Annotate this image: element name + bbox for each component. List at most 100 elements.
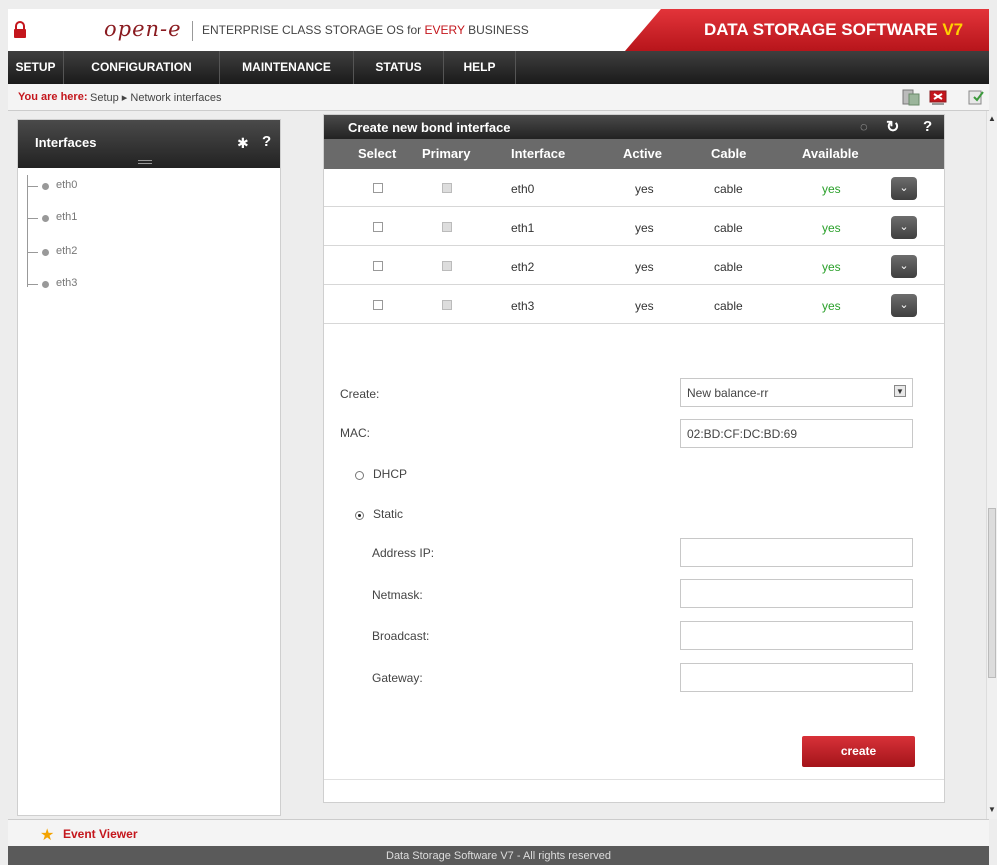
dhcp-radio[interactable] xyxy=(355,471,364,480)
nav-configuration[interactable]: CONFIGURATION xyxy=(64,51,220,84)
address-ip-field[interactable] xyxy=(680,538,913,567)
create-select[interactable]: New balance-rr xyxy=(680,378,913,407)
interface-cell: eth2 xyxy=(511,260,535,274)
chevron-down-icon[interactable]: ⌄ xyxy=(891,294,917,317)
netmask-field[interactable] xyxy=(680,579,913,608)
nav-status[interactable]: STATUS xyxy=(354,51,444,84)
table-header: Select Primary Interface Active Cable Av… xyxy=(324,139,944,169)
static-label: Static xyxy=(373,507,404,521)
cable-cell: cable xyxy=(714,299,743,313)
star-icon: ★ xyxy=(40,827,55,844)
available-cell: yes xyxy=(822,299,841,313)
bond-panel-title: Create new bond interface xyxy=(348,120,511,135)
column-header-active: Active xyxy=(623,146,663,161)
nav-help[interactable]: HELP xyxy=(444,51,516,84)
tree-branch xyxy=(28,218,38,219)
broadcast-field[interactable] xyxy=(680,621,913,650)
dhcp-label: DHCP xyxy=(373,467,408,481)
help-icon[interactable]: ? xyxy=(262,133,271,150)
tree-branch xyxy=(28,186,38,187)
tree-item-label: eth0 xyxy=(56,179,78,191)
chevron-down-icon[interactable]: ⌄ xyxy=(891,177,917,200)
breadcrumb-label: You are here: xyxy=(18,91,88,103)
column-header-interface: Interface xyxy=(511,146,566,161)
help-icon[interactable]: ? xyxy=(923,118,932,135)
netmask-label: Netmask: xyxy=(372,588,423,602)
interfaces-panel-header: Interfaces ✱ ? xyxy=(18,120,280,168)
primary-checkbox xyxy=(442,222,452,232)
gear-icon[interactable]: ✱ xyxy=(237,135,249,152)
active-cell: yes xyxy=(635,299,654,313)
create-button[interactable]: create xyxy=(802,736,915,767)
tagline-divider xyxy=(192,21,193,41)
about-icon[interactable] xyxy=(966,87,986,107)
chevron-down-icon[interactable]: ⌄ xyxy=(891,216,917,239)
event-viewer-link[interactable]: Event Viewer xyxy=(63,827,137,841)
page-scrollbar[interactable]: ▲ ▼ xyxy=(986,111,997,819)
active-cell: yes xyxy=(635,182,654,196)
tree-branch xyxy=(28,284,38,285)
nav-setup[interactable]: SETUP xyxy=(8,51,64,84)
tree-connector xyxy=(27,175,28,287)
breadcrumb-path[interactable]: Setup ▸ Network interfaces xyxy=(90,91,221,104)
gateway-field[interactable] xyxy=(680,663,913,692)
brand-title: DATA STORAGE SOFTWARE V7 xyxy=(704,20,964,39)
main-navigation: SETUP CONFIGURATION MAINTENANCE STATUS H… xyxy=(8,51,989,84)
top-header: open-e ENTERPRISE CLASS STORAGE OS for E… xyxy=(8,9,989,51)
scroll-up-icon[interactable]: ▲ xyxy=(987,114,997,124)
logout-icon[interactable] xyxy=(928,87,948,107)
table-row: eth3 yes cable yes ⌄ xyxy=(324,286,944,324)
table-row: eth0 yes cable yes ⌄ xyxy=(324,169,944,207)
available-cell: yes xyxy=(822,260,841,274)
select-checkbox[interactable] xyxy=(373,261,383,271)
open-e-logo: open-e xyxy=(104,17,182,41)
nav-maintenance[interactable]: MAINTENANCE xyxy=(220,51,354,84)
scrollbar-thumb[interactable] xyxy=(988,508,996,678)
chevron-down-icon[interactable]: ⌄ xyxy=(891,255,917,278)
address-ip-label: Address IP: xyxy=(372,546,435,560)
broadcast-label: Broadcast: xyxy=(372,629,430,643)
bond-panel-header: Create new bond interface ◌ ↻ ? xyxy=(324,115,944,139)
footer-text: Data Storage Software V7 - All rights re… xyxy=(386,850,611,862)
active-cell: yes xyxy=(635,221,654,235)
active-cell: yes xyxy=(635,260,654,274)
event-viewer-bar: ★ Event Viewer xyxy=(8,819,989,846)
column-header-select: Select xyxy=(358,146,397,161)
table-row: eth2 yes cable yes ⌄ xyxy=(324,247,944,285)
divider xyxy=(324,779,944,780)
refresh-icon[interactable]: ↻ xyxy=(886,117,899,137)
server-icon[interactable] xyxy=(901,87,921,107)
tagline: ENTERPRISE CLASS STORAGE OS for EVERY BU… xyxy=(202,23,529,37)
interface-dot-icon xyxy=(42,215,49,222)
interfaces-panel: Interfaces ✱ ? eth0 eth1 eth2 eth3 xyxy=(17,119,281,816)
table-row: eth1 yes cable yes ⌄ xyxy=(324,208,944,246)
interface-cell: eth1 xyxy=(511,221,535,235)
static-radio[interactable] xyxy=(355,511,364,520)
tree-item-label: eth1 xyxy=(56,211,78,223)
loading-spinner-icon: ◌ xyxy=(860,119,868,134)
tree-item-label: eth3 xyxy=(56,277,78,289)
available-cell: yes xyxy=(822,182,841,196)
mac-field[interactable]: 02:BD:CF:DC:BD:69 xyxy=(680,419,913,448)
column-header-available: Available xyxy=(802,146,859,161)
breadcrumb: You are here: Setup ▸ Network interfaces xyxy=(8,84,989,111)
select-checkbox[interactable] xyxy=(373,222,383,232)
available-cell: yes xyxy=(822,221,841,235)
chevron-down-icon[interactable]: ▼ xyxy=(894,385,906,397)
bond-interface-panel: Create new bond interface ◌ ↻ ? Select P… xyxy=(323,114,945,803)
create-label: Create: xyxy=(340,387,380,401)
column-header-primary: Primary xyxy=(422,146,471,161)
select-checkbox[interactable] xyxy=(373,183,383,193)
gateway-label: Gateway: xyxy=(372,671,423,685)
select-checkbox[interactable] xyxy=(373,300,383,310)
cable-cell: cable xyxy=(714,260,743,274)
cable-cell: cable xyxy=(714,221,743,235)
lock-icon xyxy=(14,21,26,38)
interface-cell: eth3 xyxy=(511,299,535,313)
primary-checkbox xyxy=(442,261,452,271)
primary-checkbox xyxy=(442,300,452,310)
resize-grip-icon[interactable] xyxy=(138,160,152,164)
interface-dot-icon xyxy=(42,281,49,288)
scroll-down-icon[interactable]: ▼ xyxy=(987,805,997,815)
tree-item-label: eth2 xyxy=(56,245,78,257)
